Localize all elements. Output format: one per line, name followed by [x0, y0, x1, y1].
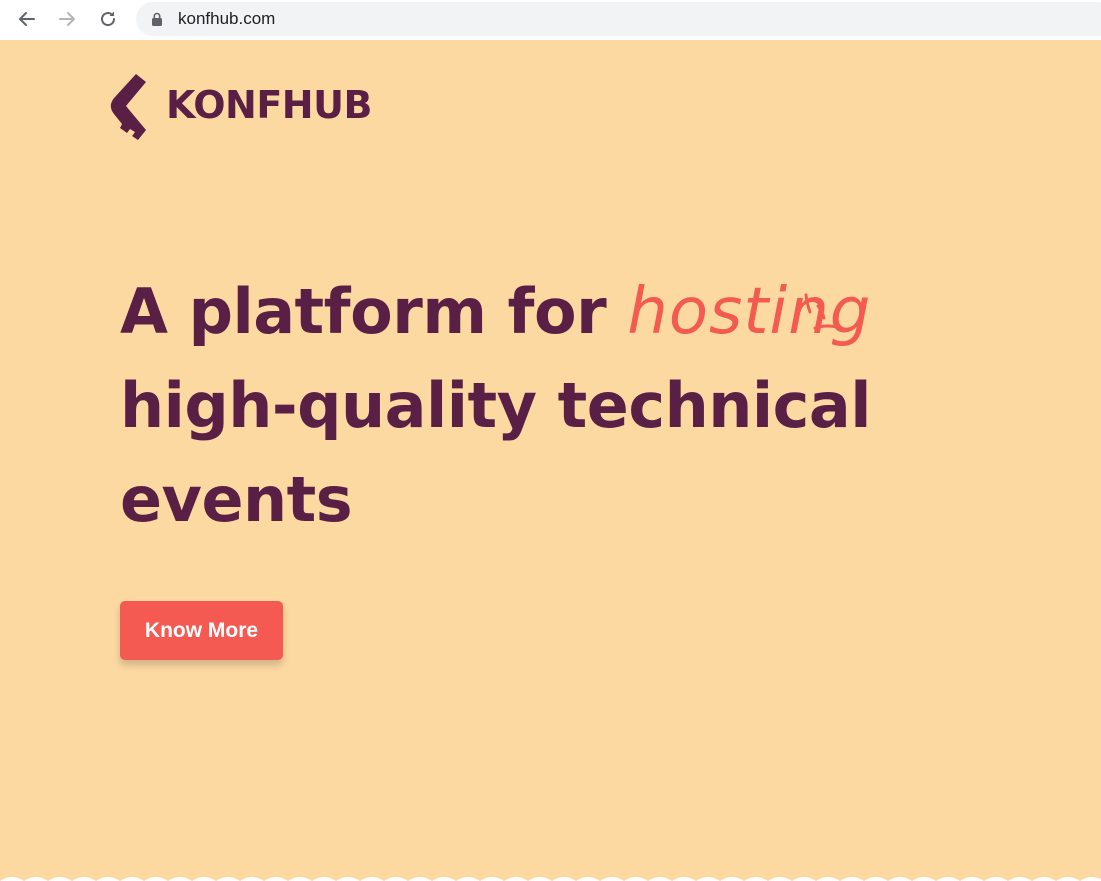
- url-text[interactable]: konfhub.com: [178, 9, 275, 29]
- sparkle-decoration-icon: [804, 293, 842, 330]
- reload-icon: [101, 11, 116, 27]
- browser-toolbar: konfhub.com: [0, 0, 1101, 40]
- lock-icon: [152, 12, 162, 26]
- back-arrow-icon: [19, 12, 35, 26]
- headline-before: A platform for: [120, 275, 628, 348]
- wave-divider: [0, 877, 1101, 881]
- brand-name: KONFHUB: [166, 83, 372, 127]
- headline-line-3: events: [120, 463, 353, 536]
- know-more-button[interactable]: Know More: [120, 601, 283, 660]
- konfhub-logo[interactable]: KONFHUB: [110, 72, 372, 142]
- back-button[interactable]: [14, 6, 40, 32]
- headline-line-2: high-quality technical: [120, 369, 871, 442]
- forward-button[interactable]: [54, 6, 80, 32]
- forward-arrow-icon: [59, 12, 75, 26]
- hero-section: KONFHUB A platform for hosting high-qual…: [0, 40, 1101, 881]
- reload-button[interactable]: [95, 6, 121, 32]
- konfhub-logo-mark-icon: [110, 74, 146, 140]
- address-bar[interactable]: konfhub.com: [136, 2, 1101, 36]
